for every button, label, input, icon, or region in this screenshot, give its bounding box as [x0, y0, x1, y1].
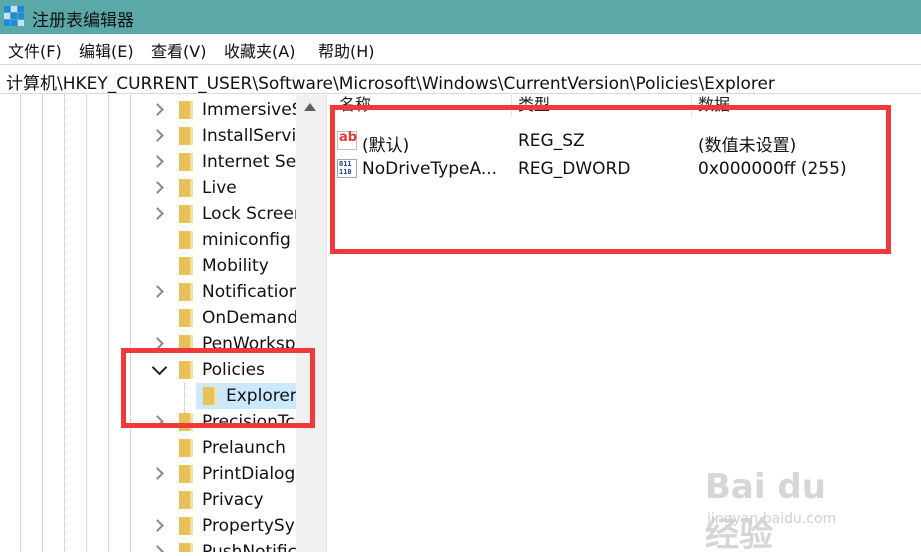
chevron-right-icon[interactable]: [151, 519, 164, 532]
chevron-right-icon[interactable]: [151, 285, 164, 298]
tree-node-label: Lock Screer: [202, 204, 301, 224]
baidu-watermark: Bai du 经验 jingyan.baidu.com: [705, 467, 865, 555]
tree-node[interactable]: Lock Screer: [0, 201, 301, 227]
title-bar: 注册表编辑器: [0, 0, 921, 34]
tree-node-label: PropertySy: [202, 516, 295, 536]
window-title: 注册表编辑器: [32, 11, 134, 31]
tree-node[interactable]: Privacy: [0, 487, 300, 513]
folder-icon: [179, 179, 193, 197]
chevron-right-icon[interactable]: [151, 181, 164, 194]
chevron-right-icon[interactable]: [151, 129, 164, 142]
tree-node[interactable]: Live: [0, 175, 300, 201]
tree-node[interactable]: InstallServic: [0, 123, 306, 149]
folder-icon: [179, 465, 193, 483]
tree-node-label: Mobility: [202, 256, 269, 276]
address-bar[interactable]: 计算机\HKEY_CURRENT_USER\Software\Microsoft…: [0, 64, 921, 94]
menu-edit[interactable]: 编辑(E): [79, 38, 134, 62]
annotation-box-values: [330, 105, 891, 254]
folder-icon: [179, 101, 193, 119]
tree-node-label: Privacy: [202, 490, 264, 510]
tree-node-label: Prelaunch: [202, 438, 286, 458]
folder-icon: [179, 205, 193, 223]
registry-editor-app-icon: [4, 6, 26, 28]
chevron-right-icon[interactable]: [151, 155, 164, 168]
annotation-box-tree: [121, 348, 315, 428]
folder-icon: [179, 153, 193, 171]
tree-node[interactable]: miniconfig: [0, 227, 300, 253]
tree-node-label: OnDemand: [202, 308, 299, 328]
chevron-right-icon[interactable]: [151, 467, 164, 480]
tree-node[interactable]: ImmersiveS: [0, 97, 303, 123]
scroll-up-arrow-icon[interactable]: [304, 103, 316, 111]
menu-view[interactable]: 查看(V): [151, 38, 206, 62]
folder-icon: [179, 517, 193, 535]
folder-icon: [179, 283, 193, 301]
tree-scrollbar[interactable]: [296, 95, 326, 552]
folder-icon: [179, 231, 193, 249]
tree-node-label: Notification: [202, 282, 300, 302]
tree-node-label: miniconfig: [202, 230, 291, 250]
chevron-right-icon[interactable]: [151, 103, 164, 116]
tree-node[interactable]: Internet Se: [0, 149, 300, 175]
menu-bar: 文件(F) 编辑(E) 查看(V) 收藏夹(A) 帮助(H): [0, 34, 921, 64]
address-path[interactable]: 计算机\HKEY_CURRENT_USER\Software\Microsoft…: [6, 69, 775, 94]
chevron-right-icon[interactable]: [151, 207, 164, 220]
folder-icon: [179, 309, 193, 327]
tree-node[interactable]: Notification: [0, 279, 300, 305]
tree-node[interactable]: PushNotific: [0, 539, 300, 552]
tree-node[interactable]: PropertySy: [0, 513, 300, 539]
registry-tree[interactable]: ImmersiveS InstallServic Internet Se Liv…: [0, 95, 326, 552]
tree-node[interactable]: Mobility: [0, 253, 300, 279]
folder-icon: [179, 127, 193, 145]
tree-node-label: Live: [202, 178, 237, 198]
watermark-url: jingyan.baidu.com: [707, 511, 837, 527]
tree-node-label: ImmersiveS: [202, 100, 303, 120]
tree-node-label: PrintDialog: [202, 464, 296, 484]
folder-icon: [179, 439, 193, 457]
tree-node-label: PushNotific: [202, 542, 297, 552]
folder-icon: [179, 491, 193, 509]
tree-node-label: Internet Se: [202, 152, 297, 172]
tree-node[interactable]: Prelaunch: [0, 435, 300, 461]
menu-help[interactable]: 帮助(H): [318, 38, 375, 62]
tree-node[interactable]: PrintDialog: [0, 461, 300, 487]
chevron-right-icon[interactable]: [151, 545, 164, 552]
folder-icon: [179, 543, 193, 552]
folder-icon: [179, 257, 193, 275]
menu-file[interactable]: 文件(F): [8, 38, 62, 62]
tree-node[interactable]: OnDemand: [0, 305, 300, 331]
menu-favorites[interactable]: 收藏夹(A): [224, 38, 295, 62]
tree-node-label: InstallServic: [202, 126, 306, 146]
